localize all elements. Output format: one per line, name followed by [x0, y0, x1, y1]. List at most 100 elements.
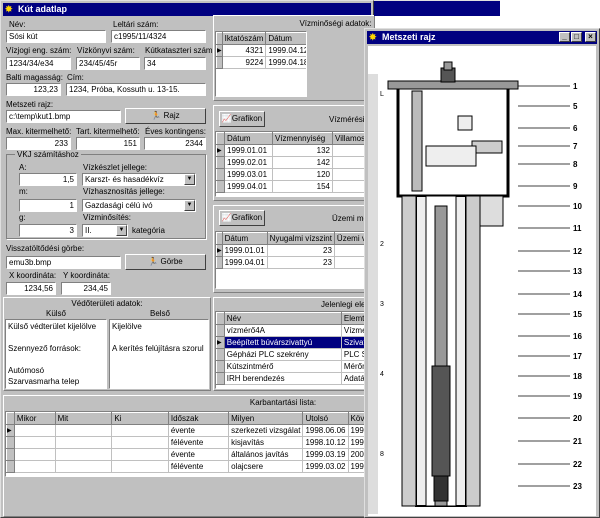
jelenlegi-table[interactable]: Név Elemtíp vízmérő4A Vízmér ▶ Beépített bú…: [215, 311, 375, 389]
callout-label: 10: [573, 202, 582, 211]
metszeti-label: Metszeti rajz:: [6, 100, 54, 109]
table-row[interactable]: 1999.04.012316: [216, 256, 374, 269]
vizjogi-field[interactable]: 1234/34/e34: [6, 57, 71, 70]
metszeti-field[interactable]: c:\temp\kut1.bmp: [6, 110, 121, 123]
max-field[interactable]: 233: [6, 137, 71, 150]
max-label: Max. kitermelhető:: [6, 127, 72, 136]
side-tick-label: 2: [380, 241, 384, 248]
callout-label: 18: [573, 372, 582, 381]
callout-label: 14: [573, 290, 582, 299]
table-row[interactable]: félévente kisjavítás 1998.10.12 1999: [6, 436, 374, 449]
vizhasznositas-label: Vízhasznosítás jellege:: [83, 187, 165, 196]
main-title: Kút adatlap: [18, 4, 68, 14]
table-row-selected[interactable]: ▶ Beépített búvárszivattyú Szivatt: [216, 336, 374, 349]
kataszteri-field[interactable]: 34: [144, 57, 206, 70]
vedoteruleti-title: Védőterületi adatok:: [71, 299, 143, 308]
callout-label: 13: [573, 267, 582, 276]
kulso-memo[interactable]: Külső védterület kijelölve Szennyező for…: [5, 319, 107, 389]
kulso-label: Külső: [45, 309, 66, 318]
app-icon: ✸: [369, 32, 377, 42]
kategoria-label: kategória: [132, 226, 165, 235]
table-row[interactable]: 1999.04.01 154: [216, 180, 369, 193]
vizmeresi-table[interactable]: Dátum Vízmennyiség Villamos ▶ 1999.01.01 132…: [215, 131, 375, 197]
vizhasznositas-value: Gazdasági célú ivó: [85, 201, 153, 210]
chart-icon: 📈: [221, 213, 232, 222]
main-window: ✸ Kút adatlap Név: Sósi kút Leltári szám…: [0, 0, 375, 518]
table-row[interactable]: Kútszintmérő Mérőm: [216, 360, 374, 373]
table-row[interactable]: ▶ 1999.01.01 132: [216, 144, 369, 157]
table-row[interactable]: ▶1999.01.012316: [216, 244, 374, 257]
visszatolt-field[interactable]: emu3b.bmp: [6, 256, 121, 269]
vizjogi-label: Vízjogi eng. szám:: [6, 46, 72, 55]
kataszteri-label: Kútkataszteri szám:: [145, 46, 215, 55]
callout-label: 15: [573, 310, 582, 319]
table-row[interactable]: 1999.03.01 120: [216, 168, 369, 181]
table-row[interactable]: ▶ 4321 1999.04.12: [216, 44, 306, 57]
close-button[interactable]: ×: [585, 32, 596, 42]
balti-label: Balti magasság:: [6, 73, 63, 82]
callout-label: 17: [573, 352, 582, 361]
table-row[interactable]: 1999.02.01 142: [216, 156, 369, 169]
eves-label: Éves kontingens:: [145, 127, 206, 136]
callout-label: 11: [573, 224, 582, 233]
maximize-button[interactable]: □: [571, 32, 582, 42]
vizhasznositas-select[interactable]: Gazdasági célú ivó ▼: [82, 199, 196, 212]
chevron-down-icon[interactable]: ▼: [184, 200, 195, 211]
vizminosites-label: Vízminősítés:: [83, 213, 132, 222]
minimize-button[interactable]: _: [559, 32, 570, 42]
gorbe-button[interactable]: 🏃 Görbe: [125, 254, 206, 270]
a-label: A:: [19, 163, 27, 172]
callout-label: 12: [573, 247, 582, 256]
table-row[interactable]: ▶ évente szerkezeti vizsgálat 1998.06.06 199…: [6, 424, 374, 437]
grafikon-button-1[interactable]: 📈Grafikon: [219, 111, 265, 127]
balti-field[interactable]: 123,23: [6, 83, 61, 96]
col-datum[interactable]: Dátum: [265, 32, 306, 45]
run-icon: 🏃: [148, 257, 159, 266]
vizkonyvi-label: Vízkönyvi szám:: [77, 46, 135, 55]
callout-label: 16: [573, 332, 582, 341]
side-tick-label: 4: [380, 371, 384, 378]
ykoord-field[interactable]: 234,45: [61, 282, 111, 295]
chevron-down-icon[interactable]: ▼: [184, 174, 195, 185]
side-tick-label: 3: [380, 301, 384, 308]
metszeti-window: ✸ Metszeti rajz _ □ × 1 5 6 7 8 9 10 11 12 13 14 15…: [364, 28, 600, 518]
chevron-down-icon[interactable]: ▼: [116, 225, 127, 236]
table-row[interactable]: félévente olajcsere 1999.03.02 1999: [6, 460, 374, 473]
a-field[interactable]: 1,5: [19, 173, 77, 186]
table-row[interactable]: 9224 1999.04.18: [216, 56, 306, 69]
m-field[interactable]: 1: [19, 199, 77, 212]
metszeti-titlebar[interactable]: ✸ Metszeti rajz _ □ ×: [367, 31, 597, 44]
vizminosegi-title: Vízminőségi adatok:: [299, 19, 372, 28]
belso-memo[interactable]: Kijelölve A kerítés felújításra szorul: [109, 319, 209, 389]
table-row[interactable]: vízmérő4A Vízmér: [216, 324, 374, 337]
eves-field[interactable]: 2344: [144, 137, 206, 150]
g-label: g:: [19, 213, 26, 222]
col-iktatoszam[interactable]: Iktatószám: [221, 32, 267, 45]
grafikon-label: Grafikon: [231, 114, 263, 123]
karbantartasi-table[interactable]: Mikor Mit Ki Időszak Milyen Utolsó Követ ▶ éven…: [5, 411, 375, 477]
nev-field[interactable]: Sósi kút: [6, 30, 106, 43]
side-tick-label: 8: [380, 451, 384, 458]
run-icon: 🏃: [151, 111, 162, 120]
xkoord-field[interactable]: 1234,56: [6, 282, 56, 295]
chart-icon: 📈: [221, 114, 232, 123]
callout-label: 6: [573, 124, 578, 133]
table-row[interactable]: IRH berendezés Adatát: [216, 372, 374, 385]
leltari-field[interactable]: c1995/11/4324: [111, 30, 206, 43]
uzemi-table[interactable]: DátumNyugalmi vízszintÜzemi vízszint ▶19…: [215, 231, 375, 289]
tart-field[interactable]: 151: [76, 137, 140, 150]
g-field[interactable]: 3: [19, 224, 77, 237]
cim-field[interactable]: 1234, Próba, Kossuth u. 13-15.: [66, 83, 206, 96]
rajz-button[interactable]: 🏃 Rajz: [125, 108, 206, 124]
callout-label: 20: [573, 414, 582, 423]
vizkonyvi-field[interactable]: 234/45/45r: [76, 57, 140, 70]
grafikon-button-2[interactable]: 📈Grafikon: [219, 210, 265, 226]
table-row[interactable]: évente általános javítás 1999.03.19 2000: [6, 448, 374, 461]
ykoord-label: Y koordináta:: [63, 271, 110, 280]
vizminosegi-table[interactable]: Iktatószám Dátum ▶ 4321 1999.04.12 9224 1999…: [215, 31, 307, 97]
vizkeszlet-select[interactable]: Karszt- és hasadékvíz ▼: [82, 173, 196, 186]
table-row[interactable]: Gépházi PLC szekrény PLC Sz: [216, 348, 374, 361]
callout-label: 1: [573, 82, 578, 91]
side-tick-label: L: [380, 91, 384, 98]
vizminosites-select[interactable]: II. ▼: [82, 224, 128, 237]
